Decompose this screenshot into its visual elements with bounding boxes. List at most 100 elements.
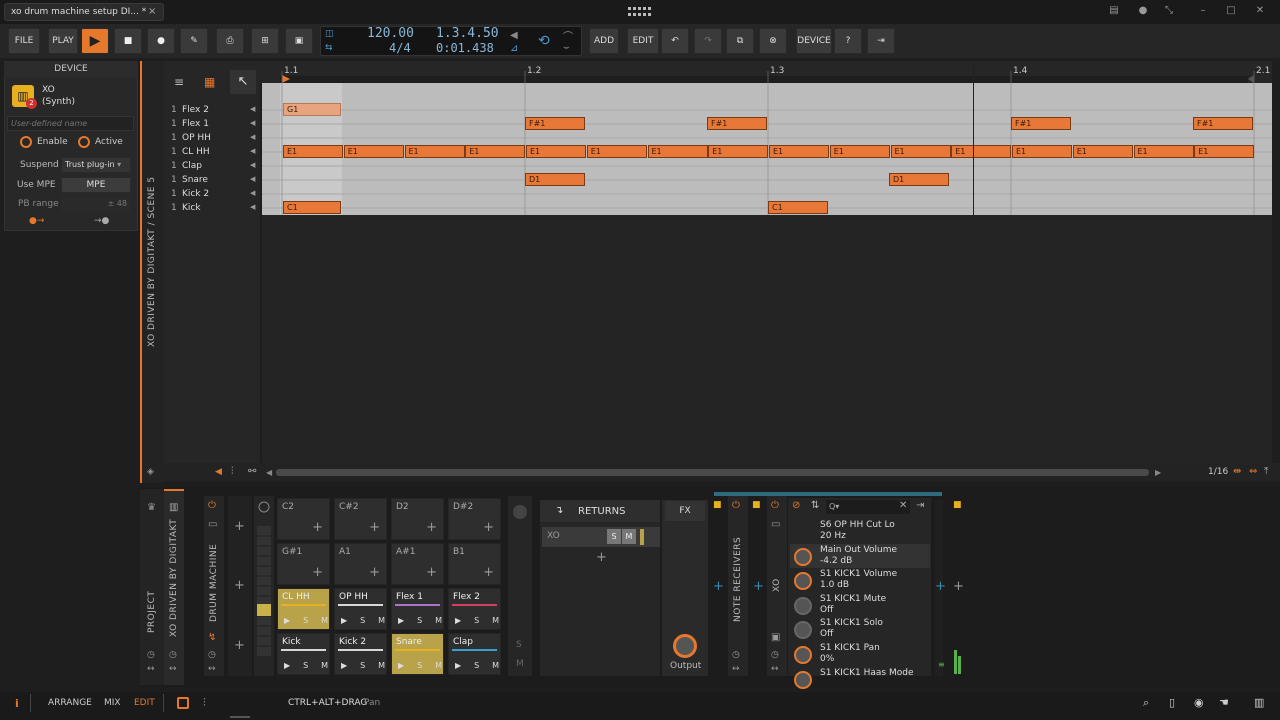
loop-icon[interactable]: ⟲ — [538, 33, 550, 49]
punch-out-icon[interactable]: ⌣ — [563, 42, 570, 53]
active-power-icon[interactable] — [78, 136, 90, 148]
suspend-select[interactable]: Trust plug-in ▾ — [61, 157, 131, 173]
empty-drum-pad[interactable]: C2 + — [277, 498, 330, 540]
xo-sort-icon[interactable]: ⇅ — [811, 500, 819, 511]
xo-power-icon[interactable]: ⏻ — [771, 500, 779, 511]
nr-routing-icon[interactable]: ↔ — [732, 664, 740, 674]
nr-clock-icon[interactable]: ◷ — [732, 650, 740, 660]
delete-button[interactable]: ⊗ — [759, 28, 787, 54]
redo-button[interactable]: ↷ — [694, 28, 722, 54]
param-knob[interactable] — [794, 596, 812, 615]
minimize-icon[interactable]: – — [1196, 5, 1210, 19]
param-search-input[interactable]: Q▾ — [826, 500, 910, 514]
hand-icon[interactable]: ☚ — [1219, 696, 1229, 709]
nr-power-icon[interactable]: ⏻ — [732, 500, 740, 511]
drum-pad[interactable]: Flex 2 ▶ S M — [448, 588, 501, 630]
panel-layout-icon[interactable] — [177, 697, 189, 709]
add-return-icon[interactable]: + — [596, 550, 607, 565]
add-device-icon[interactable]: + — [713, 579, 724, 594]
drum-pad[interactable]: Kick ▶ S M — [277, 633, 330, 675]
note-clip[interactable]: E1 — [890, 145, 951, 158]
speaker-icon[interactable]: ◀ — [250, 161, 255, 169]
note-clip[interactable]: E1 — [404, 145, 465, 158]
tap-icon[interactable]: ◀ — [510, 30, 518, 41]
note-clip[interactable]: E1 — [343, 145, 404, 158]
track-row[interactable]: 1 Kick 2 ◀ — [166, 188, 260, 202]
note-input-icon[interactable]: ↯ — [208, 632, 216, 643]
param-row[interactable]: S1 KICK1 Volume 1.0 dB — [790, 568, 930, 592]
record-button[interactable]: ● — [147, 28, 175, 54]
param-row[interactable]: S1 KICK1 Pan 0% — [790, 642, 930, 666]
project-label[interactable]: PROJECT — [147, 591, 157, 633]
folder-icon[interactable]: ▭ — [208, 519, 217, 530]
pb-range-value[interactable]: ± 48 — [61, 197, 131, 212]
note-clip[interactable]: E1 — [647, 145, 708, 158]
beat-position[interactable]: 1.3.4.50 — [436, 26, 499, 41]
punch-in-icon[interactable]: ⌒ — [563, 28, 573, 43]
active-label[interactable]: Active — [95, 137, 123, 147]
pad-solo[interactable]: S — [474, 616, 479, 625]
tempo-display[interactable]: 120.00 — [367, 26, 414, 41]
print-button[interactable]: ⎙ — [216, 28, 244, 54]
pad-play-icon[interactable]: ▶ — [284, 661, 290, 670]
arranger-empty-area[interactable] — [262, 215, 1272, 463]
note-clip[interactable]: G1 — [283, 103, 341, 116]
mpe-toggle[interactable]: MPE — [61, 177, 131, 193]
grid-view-icon[interactable]: ▦ — [204, 75, 215, 89]
input-routing-icon[interactable]: ●→ — [29, 216, 44, 226]
add-pad-icon[interactable]: + — [312, 565, 323, 580]
note-clip[interactable]: E1 — [769, 145, 829, 158]
dm-mute[interactable]: M — [516, 659, 524, 669]
tab-close-icon[interactable]: × — [148, 6, 156, 17]
user-defined-name-input[interactable] — [7, 116, 134, 131]
playhead[interactable] — [973, 61, 974, 463]
add-button[interactable]: ADD — [589, 28, 619, 54]
track-row[interactable]: 1 Flex 2 ◀ — [166, 104, 260, 118]
file-icon[interactable]: ▯ — [1169, 696, 1175, 709]
param-row[interactable]: S1 KICK1 Haas Mode — [790, 667, 930, 691]
pad-mute[interactable]: M — [321, 661, 328, 670]
info-icon[interactable]: i — [15, 697, 19, 710]
metro-icon[interactable]: ⊿ — [510, 43, 518, 54]
drum-pad[interactable]: Flex 1 ▶ S M — [391, 588, 444, 630]
add-track-button[interactable]: ⊞ — [251, 28, 279, 54]
pad-mute[interactable]: M — [378, 616, 385, 625]
metronome-icon[interactable]: ◫ — [325, 29, 334, 39]
speaker-icon[interactable]: ◀ — [215, 467, 222, 477]
link-icon[interactable]: ⚯ — [248, 466, 256, 477]
add-pad-icon[interactable]: + — [369, 520, 380, 535]
arrange-tab[interactable]: ARRANGE — [48, 698, 92, 708]
file-button[interactable]: FILE — [8, 28, 40, 54]
search-icon[interactable]: ⌕ — [1143, 696, 1149, 710]
track-row[interactable]: 1 Snare ◀ — [166, 174, 260, 188]
speaker-icon[interactable]: ◀ — [250, 175, 255, 183]
expand-icon[interactable]: ⤒ — [1264, 466, 1268, 477]
layers-icon[interactable]: ◈ — [147, 467, 154, 477]
pad-play-icon[interactable]: ▶ — [398, 616, 404, 625]
param-row[interactable]: S1 KICK1 Solo Off — [790, 617, 930, 641]
add-device-icon[interactable]: + — [935, 579, 946, 594]
stop-button[interactable]: ■ — [114, 28, 142, 54]
add-device-icon[interactable]: + — [953, 579, 964, 594]
sync-icon[interactable]: ⇆ — [325, 43, 333, 53]
xo-expand-icon[interactable]: ⇥ — [916, 500, 924, 511]
groove-button[interactable]: ▣ — [285, 28, 313, 54]
meter-icon[interactable]: ▥ — [1254, 696, 1264, 709]
add-pad-icon[interactable]: + — [483, 565, 494, 580]
empty-drum-pad[interactable]: C#2 + — [334, 498, 387, 540]
xo-modulator-icon[interactable]: ⊘ — [792, 500, 800, 511]
pad-mute[interactable]: M — [378, 661, 385, 670]
bars-icon[interactable]: ⫶ — [231, 466, 234, 477]
drum-pad[interactable]: Clap ▶ S M — [448, 633, 501, 675]
note-clip[interactable]: D1 — [889, 173, 949, 186]
pad-mute[interactable]: M — [492, 661, 499, 670]
pad-play-icon[interactable]: ▶ — [455, 661, 461, 670]
return-mute-button[interactable]: M — [622, 529, 636, 544]
layout-icon[interactable]: ▤ — [1107, 5, 1121, 19]
shrink-icon[interactable]: ⤡ — [1162, 5, 1176, 19]
note-clip[interactable]: C1 — [768, 201, 828, 214]
dm-routing-icon[interactable]: ↔ — [208, 664, 216, 674]
drum-pad[interactable]: Kick 2 ▶ S M — [334, 633, 387, 675]
note-clip[interactable]: E1 — [829, 145, 890, 158]
note-clip[interactable]: F#1 — [707, 117, 767, 130]
